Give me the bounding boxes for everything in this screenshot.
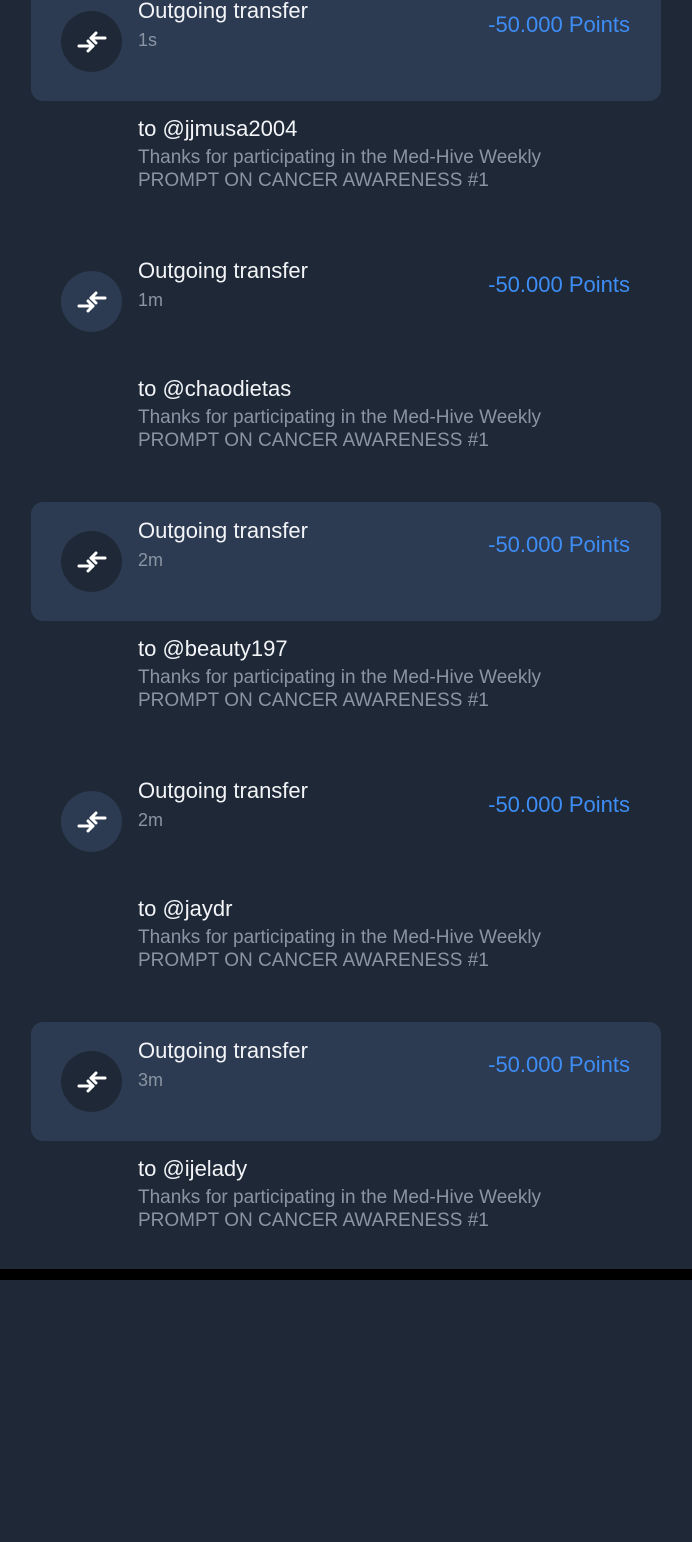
transfer-arrows-icon (61, 791, 122, 852)
transfer-arrows-icon (61, 531, 122, 592)
transaction-memo: Thanks for participating in the Med-Hive… (138, 1187, 542, 1231)
transaction-details: to @beauty197 Thanks for participating i… (138, 634, 658, 712)
transaction-memo: Thanks for participating in the Med-Hive… (138, 927, 542, 971)
transaction-recipient[interactable]: to @jjmusa2004 (138, 114, 658, 144)
transaction-title: Outgoing transfer (138, 258, 308, 283)
transaction-card[interactable] (31, 1022, 661, 1141)
transaction-amount: -50.000 Points (488, 1052, 630, 1077)
transaction-title: Outgoing transfer (138, 518, 308, 543)
transfer-arrows-icon (61, 271, 122, 332)
transaction-title: Outgoing transfer (138, 778, 308, 803)
transaction-card[interactable] (31, 762, 661, 881)
transaction-memo: Thanks for participating in the Med-Hive… (138, 667, 542, 711)
transaction-title: Outgoing transfer (138, 1038, 308, 1063)
transaction-amount: -50.000 Points (488, 272, 630, 297)
transaction-time: 2m (138, 550, 164, 570)
transaction-memo: Thanks for participating in the Med-Hive… (138, 147, 542, 191)
transaction-title: Outgoing transfer (138, 0, 308, 23)
transaction-amount: -50.000 Points (488, 12, 630, 37)
transaction-time: 2m (138, 810, 164, 830)
transaction-details: to @ijelady Thanks for participating in … (138, 1154, 658, 1232)
transaction-amount: -50.000 Points (488, 532, 630, 557)
transaction-memo: Thanks for participating in the Med-Hive… (138, 407, 542, 451)
transaction-time: 1m (138, 290, 164, 310)
transaction-details: to @chaodietas Thanks for participating … (138, 374, 658, 452)
transaction-details: to @jjmusa2004 Thanks for participating … (138, 114, 658, 192)
transfer-arrows-icon (61, 1051, 122, 1112)
transaction-card[interactable] (31, 502, 661, 621)
transaction-recipient[interactable]: to @ijelady (138, 1154, 658, 1184)
transaction-card[interactable] (31, 242, 661, 361)
transaction-recipient[interactable]: to @beauty197 (138, 634, 658, 664)
transfer-arrows-icon (61, 11, 122, 72)
transaction-feed: Outgoing transfer 1s -50.000 Points to @… (0, 0, 692, 1280)
transaction-recipient[interactable]: to @jaydr (138, 894, 658, 924)
transaction-amount: -50.000 Points (488, 792, 630, 817)
system-navigation-bar (0, 1269, 692, 1280)
transaction-time: 3m (138, 1070, 164, 1090)
transaction-details: to @jaydr Thanks for participating in th… (138, 894, 658, 972)
transaction-time: 1s (138, 30, 158, 50)
transaction-recipient[interactable]: to @chaodietas (138, 374, 658, 404)
transaction-item: Outgoing transfer 3m -50.000 Points to @… (0, 1022, 692, 1542)
